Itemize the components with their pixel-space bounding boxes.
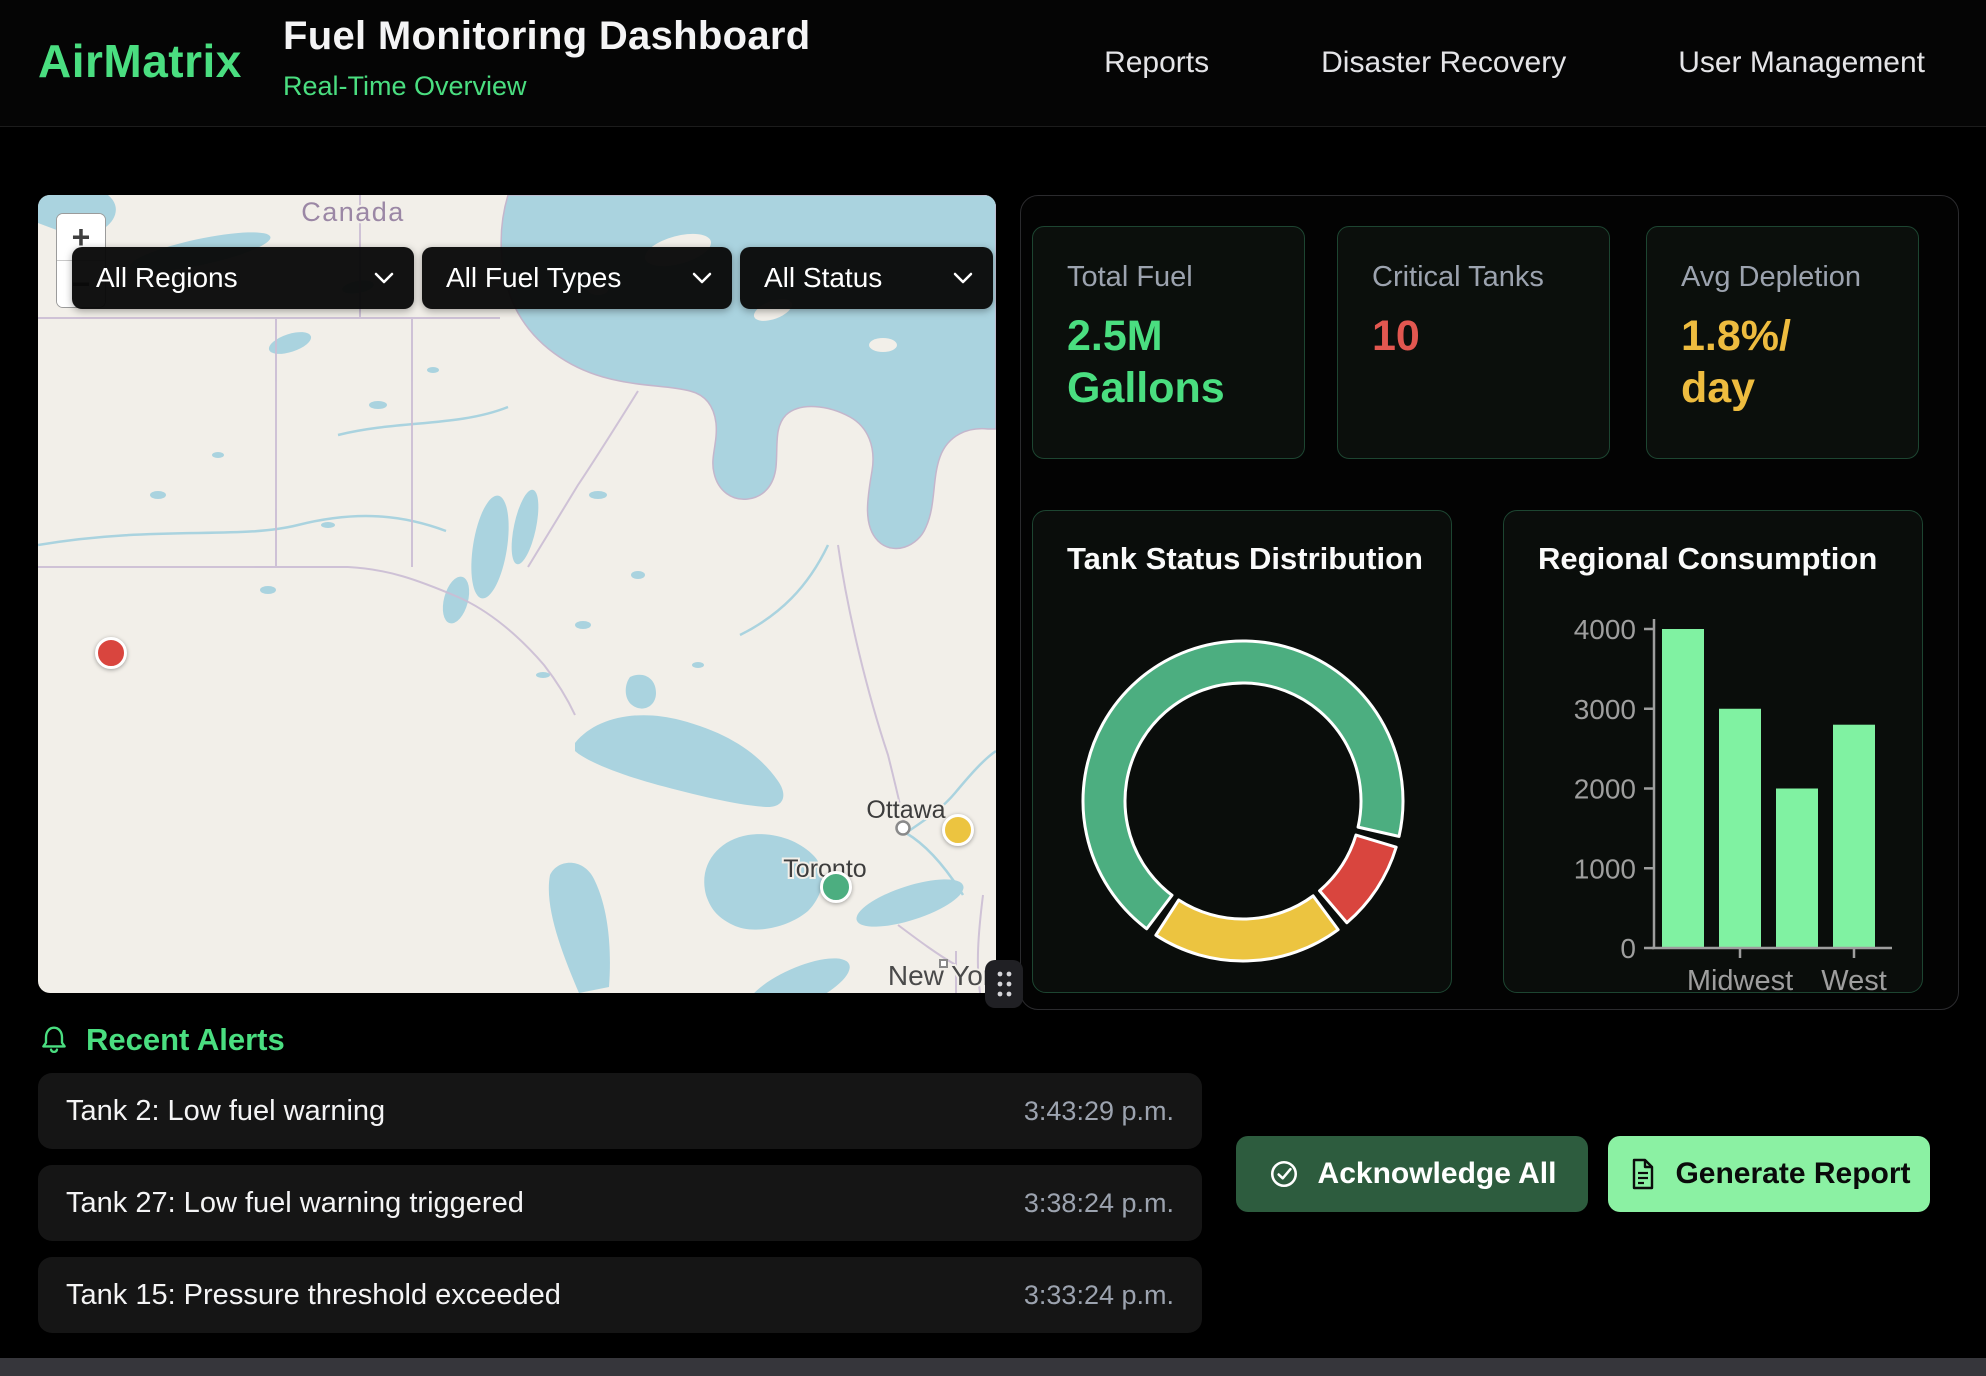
map-label-new-york: New York [888,960,996,991]
tank-map[interactable]: Canada Ottawa Toronto New York + − All R… [38,195,996,993]
stat-label: Total Fuel [1067,261,1270,294]
alert-row[interactable]: Tank 27: Low fuel warning triggered 3:38… [38,1165,1202,1241]
header: AirMatrix Fuel Monitoring Dashboard Real… [0,0,1986,127]
chevron-down-icon [692,272,712,285]
svg-text:2000: 2000 [1574,774,1636,805]
tank-status-donut-chart [1033,511,1452,993]
chart-title: Regional Consumption [1538,541,1877,577]
document-icon [1627,1157,1657,1191]
generate-report-label: Generate Report [1675,1157,1910,1191]
alert-message: Tank 2: Low fuel warning [66,1095,385,1128]
main-nav: Reports Disaster Recovery User Managemen… [1104,0,1925,126]
bell-icon [38,1022,70,1058]
stat-value-total-fuel: 2.5MGallons [1067,310,1270,415]
status-filter-dropdown[interactable]: All Status [740,247,993,309]
alert-message: Tank 15: Pressure threshold exceeded [66,1279,561,1312]
stat-card-critical-tanks: Critical Tanks 10 [1337,226,1610,459]
tank-marker-normal[interactable] [820,871,852,903]
regional-consumption-bar-chart: 0 1000 2000 3000 4000 Midwest West [1504,511,1923,993]
footer-bar [0,1358,1986,1376]
region-filter-value: All Regions [96,262,238,294]
fuel-type-filter-value: All Fuel Types [446,262,621,294]
fuel-type-filter-dropdown[interactable]: All Fuel Types [422,247,732,309]
stat-value-avg-depletion: 1.8%/day [1681,310,1884,415]
nav-disaster-recovery[interactable]: Disaster Recovery [1321,46,1566,80]
alerts-title: Recent Alerts [86,1022,285,1058]
acknowledge-all-button[interactable]: Acknowledge All [1236,1136,1588,1212]
stat-label: Critical Tanks [1372,261,1575,294]
tank-marker-warning[interactable] [942,814,974,846]
svg-text:West: West [1821,965,1887,993]
chart-title: Tank Status Distribution [1067,541,1423,577]
generate-report-button[interactable]: Generate Report [1608,1136,1930,1212]
stat-card-total-fuel: Total Fuel 2.5MGallons [1032,226,1305,459]
tank-status-distribution-card: Tank Status Distribution [1032,510,1452,993]
alert-time: 3:38:24 p.m. [1024,1188,1174,1219]
alert-row[interactable]: Tank 2: Low fuel warning 3:43:29 p.m. [38,1073,1202,1149]
map-canvas: Canada Ottawa Toronto New York [38,195,996,993]
check-circle-icon [1268,1158,1300,1190]
nav-reports[interactable]: Reports [1104,46,1209,80]
nav-user-management[interactable]: User Management [1678,46,1925,80]
page-subtitle: Real-Time Overview [283,71,810,102]
alerts-header: Recent Alerts [38,1022,285,1058]
regional-consumption-card: Regional Consumption 0 1000 2000 3000 4000 Mi… [1503,510,1923,993]
alert-time: 3:43:29 p.m. [1024,1096,1174,1127]
chevron-down-icon [374,272,394,285]
map-label-canada: Canada [301,197,405,227]
svg-text:3000: 3000 [1574,694,1636,725]
chevron-down-icon [953,272,973,285]
map-filterbar: All Regions All Fuel Types All Status [72,247,993,309]
alert-message: Tank 27: Low fuel warning triggered [66,1187,524,1220]
map-label-ottawa: Ottawa [866,796,945,824]
page-title: Fuel Monitoring Dashboard [283,14,810,59]
resize-grip-icon[interactable] [985,960,1023,1008]
svg-text:0: 0 [1620,933,1636,964]
title-block: Fuel Monitoring Dashboard Real-Time Over… [283,14,810,102]
svg-text:Midwest: Midwest [1687,965,1793,993]
stat-card-avg-depletion: Avg Depletion 1.8%/day [1646,226,1919,459]
fuel-monitoring-dashboard: AirMatrix Fuel Monitoring Dashboard Real… [0,0,1986,1376]
alert-time: 3:33:24 p.m. [1024,1280,1174,1311]
stat-value-critical-tanks: 10 [1372,310,1575,362]
svg-text:4000: 4000 [1574,614,1636,645]
acknowledge-all-label: Acknowledge All [1318,1157,1557,1191]
stat-label: Avg Depletion [1681,261,1884,294]
svg-text:1000: 1000 [1574,853,1636,884]
region-filter-dropdown[interactable]: All Regions [72,247,414,309]
brand-logo: AirMatrix [38,34,242,88]
status-filter-value: All Status [764,262,882,294]
tank-marker-critical[interactable] [95,637,127,669]
alert-row[interactable]: Tank 15: Pressure threshold exceeded 3:3… [38,1257,1202,1333]
